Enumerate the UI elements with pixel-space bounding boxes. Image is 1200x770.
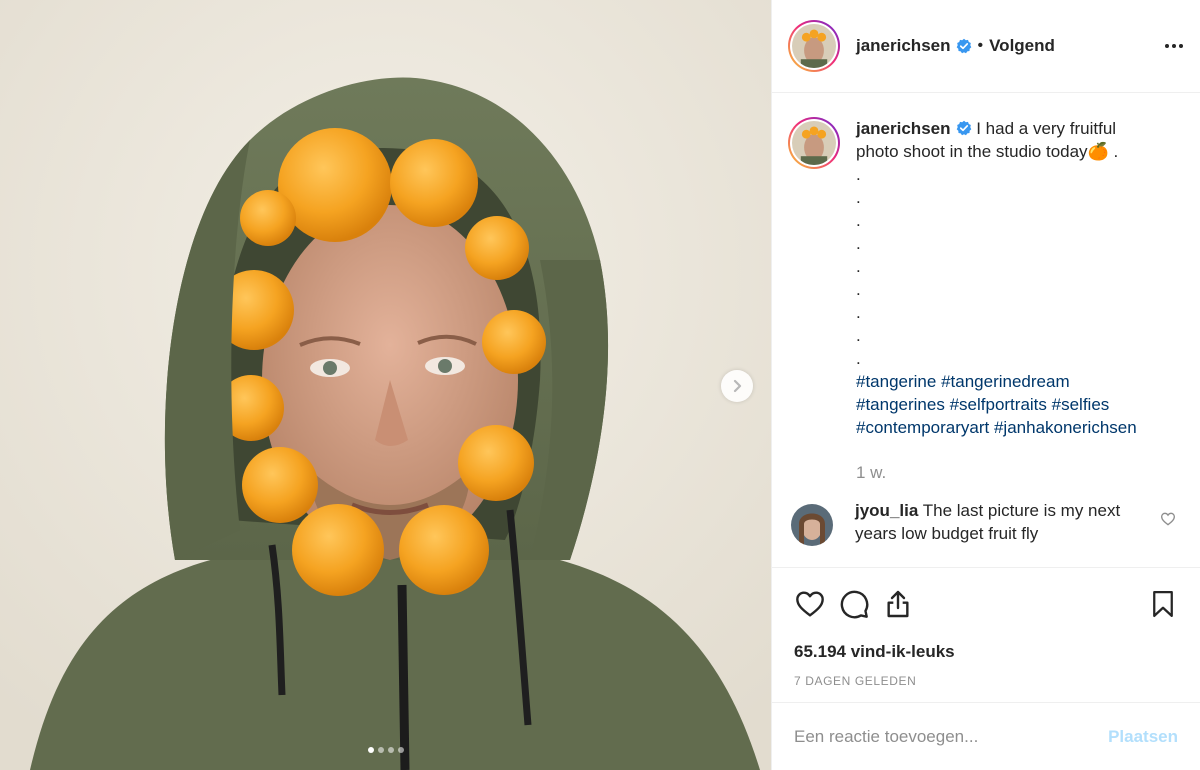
like-count[interactable]: 65.194 vind-ik-leuks [772,639,1200,665]
hashtag-link[interactable]: #tangerines [856,395,945,414]
post-comment-button[interactable]: Plaatsen [1108,727,1178,747]
ellipsis-icon [1165,44,1183,48]
caption-text: janerichsen I had a very fruitful photo … [856,117,1156,484]
caption-dot-line: . [856,211,861,230]
commenter-username[interactable]: jyou_lia [855,501,918,520]
avatar-image [791,504,833,546]
caption-dot-line: . [856,165,861,184]
verified-badge-icon [956,120,971,136]
like-comment-button[interactable] [1160,511,1176,546]
comment-text: jyou_lia The last picture is my next yea… [855,499,1125,546]
caption-age[interactable]: 1 w. [856,461,1156,484]
comment-item: jyou_lia The last picture is my next yea… [788,499,1184,546]
post-actions [772,567,1200,639]
post-side-panel: janerichsen • Volgend janerichsen I had … [771,0,1200,770]
save-button[interactable] [1148,588,1178,620]
author-avatar[interactable] [788,20,840,72]
separator-dot: • [977,37,984,54]
carousel-indicator [0,747,771,753]
hooded-man-with-tangerines-photo [0,0,771,770]
carousel-dot [397,747,404,753]
comments-list[interactable]: janerichsen I had a very fruitful photo … [772,93,1200,567]
carousel-dot [387,747,394,753]
bookmark-icon [1153,590,1173,617]
carousel-dot [367,747,374,753]
caption-author-avatar[interactable] [788,117,840,169]
post-header: janerichsen • Volgend [772,0,1200,93]
following-button[interactable]: Volgend [989,36,1055,56]
caption-dot-line: . [856,326,861,345]
caption-dot-line: . [856,234,861,253]
avatar-image [792,24,836,68]
post-timestamp[interactable]: 7 DAGEN GELEDEN [772,674,1200,690]
hashtags: #tangerine #tangerinedream #tangerines #… [856,370,1156,439]
post-photo[interactable] [0,0,771,770]
hashtag-link[interactable]: #tangerine [856,372,936,391]
commenter-avatar[interactable] [791,504,833,546]
author-username[interactable]: janerichsen [856,36,951,56]
caption-dot-line: . [856,257,861,276]
instagram-post: janerichsen • Volgend janerichsen I had … [0,0,1200,770]
chevron-right-icon [733,379,742,393]
hashtag-link[interactable]: #contemporaryart [856,418,989,437]
carousel-dot [377,747,384,753]
caption-username[interactable]: janerichsen [856,119,951,138]
like-button[interactable] [794,588,826,620]
heart-outline-icon [1160,512,1176,526]
share-icon [887,590,909,617]
verified-badge-icon [956,38,971,54]
hashtag-link[interactable]: #selfportraits [950,395,1047,414]
speech-bubble-icon [840,590,869,618]
hashtag-link[interactable]: #selfies [1052,395,1110,414]
caption: janerichsen I had a very fruitful photo … [788,117,1184,484]
more-options-button[interactable] [1164,36,1184,56]
comment-input[interactable] [794,726,1109,747]
next-photo-button[interactable] [721,370,753,402]
hashtag-link[interactable]: #janhakonerichsen [994,418,1137,437]
heart-icon [796,590,824,617]
add-comment-bar: Plaatsen [772,702,1200,770]
caption-dot-line: . [856,303,861,322]
share-button[interactable] [882,588,914,620]
avatar-image [792,121,836,165]
caption-dot-line: . [856,349,861,368]
caption-dot-line: . [856,280,861,299]
comment-button[interactable] [838,588,870,620]
hashtag-link[interactable]: #tangerinedream [941,372,1070,391]
caption-dot-line: . [856,188,861,207]
